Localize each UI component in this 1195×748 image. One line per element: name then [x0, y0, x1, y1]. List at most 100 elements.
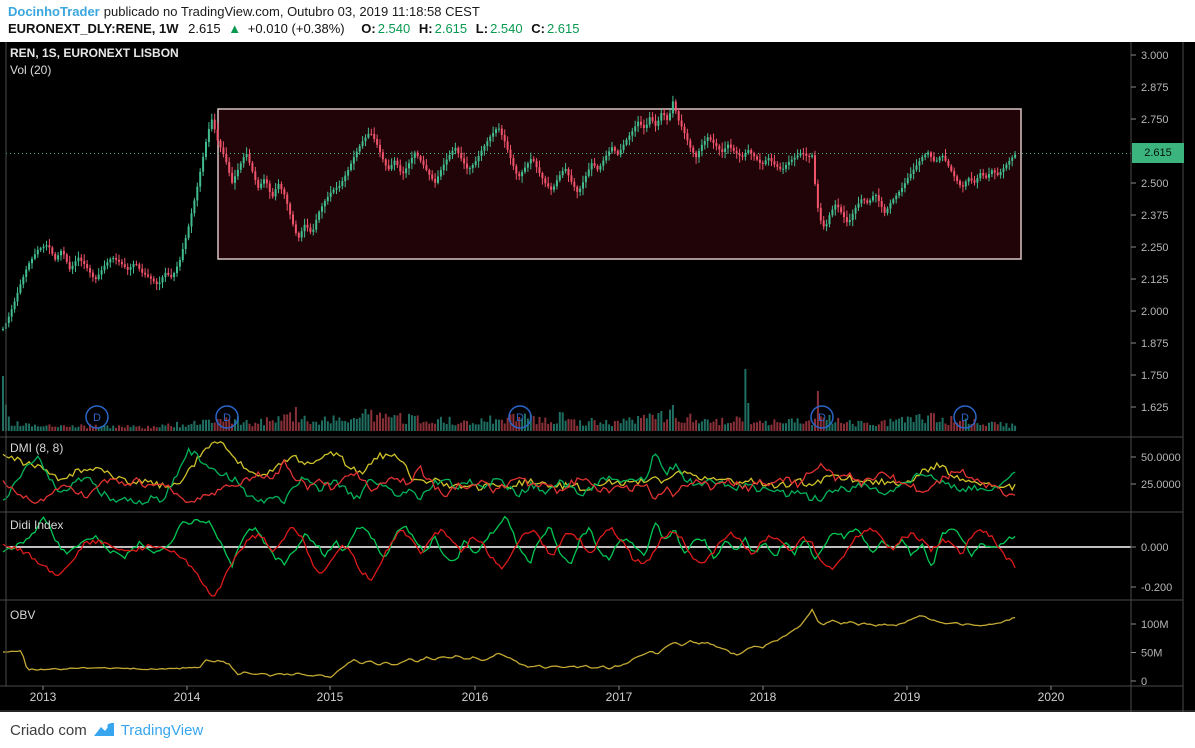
price-axis-label: 2.375 [1141, 210, 1169, 222]
candle-body [132, 264, 135, 268]
year-label[interactable]: 2017 [606, 690, 633, 704]
year-label[interactable]: 2016 [462, 690, 489, 704]
candle-body [573, 181, 576, 187]
candle-body [483, 145, 486, 151]
volume-bar [721, 417, 724, 431]
author-link[interactable]: DocinhoTrader [8, 4, 100, 19]
volume-bar [425, 421, 428, 431]
candle-body [602, 160, 605, 166]
candle-body [234, 176, 236, 183]
candle-body [524, 167, 526, 172]
candle-body [48, 245, 51, 248]
candle-body [793, 157, 796, 160]
volume-bar [642, 414, 645, 431]
candle-body [776, 164, 779, 167]
candle-body [689, 140, 692, 148]
volume-bar [848, 420, 851, 431]
range-rectangle-drawing[interactable] [217, 108, 1022, 260]
candle-body [196, 186, 199, 201]
chart-canvas[interactable]: D D D D D 3.000 2.875 2.750 2.500 2.375 2.250 2.125… [0, 42, 1195, 712]
year-label[interactable]: 2013 [30, 690, 57, 704]
open-label: O: [361, 21, 376, 36]
tradingview-link[interactable]: TradingView [121, 722, 204, 739]
year-label[interactable]: 2015 [317, 690, 344, 704]
created-with-text: Criado com [10, 721, 87, 739]
candle-body [703, 141, 706, 145]
volume-bar [909, 417, 912, 431]
year-label[interactable]: 2019 [894, 690, 921, 704]
volume-bar [149, 428, 152, 431]
indicator-axis-label: 50M [1141, 648, 1162, 660]
candle-body [579, 188, 582, 192]
volume-bar [263, 425, 265, 431]
volume-bar [410, 415, 413, 431]
volume-bar [390, 417, 393, 431]
candle-body [796, 155, 799, 158]
volume-bar [834, 422, 837, 431]
volume-bar [982, 424, 985, 431]
volume-bar [767, 425, 770, 431]
volume-bar [628, 417, 631, 431]
volume-bar [924, 423, 927, 431]
volume-bar [352, 418, 355, 431]
volume-bar [654, 419, 657, 431]
candle-body [999, 171, 1002, 176]
candle-body [350, 163, 352, 170]
candle-body [268, 183, 271, 192]
volume-bar [60, 425, 62, 431]
volume-bar [872, 425, 874, 431]
volume-bar [283, 414, 286, 431]
candle-body [115, 258, 118, 260]
candle-body [976, 178, 979, 183]
candle-body [921, 157, 924, 162]
candle-body [932, 156, 935, 161]
volume-bar [927, 415, 930, 431]
candle-body [695, 152, 698, 158]
price-axis-label: 2.000 [1141, 306, 1169, 318]
volume-bar [483, 421, 486, 431]
volume-bar [492, 423, 495, 431]
candle-body [901, 188, 903, 192]
volume-bar [866, 422, 869, 431]
candle-body [147, 274, 149, 277]
volume-bar [686, 417, 689, 431]
year-label[interactable]: 2020 [1038, 690, 1065, 704]
year-label[interactable]: 2018 [750, 690, 777, 704]
candle-body [671, 101, 674, 114]
candle-body [199, 171, 202, 187]
candle-body [785, 165, 787, 169]
volume-bar [570, 419, 573, 431]
candle-body [184, 237, 187, 250]
volume-bar [118, 425, 120, 431]
volume-bar [747, 403, 750, 431]
volume-bar [86, 428, 89, 431]
candle-body [576, 186, 579, 192]
candle-body [254, 171, 257, 181]
candle-body [109, 259, 112, 263]
candle-body [344, 175, 347, 182]
year-label[interactable]: 2014 [174, 690, 201, 704]
candle-body [767, 158, 770, 161]
volume-bar [640, 417, 642, 431]
candle-body [251, 162, 254, 172]
candle-body [956, 176, 959, 181]
volume-bar [567, 418, 570, 431]
chart-area[interactable]: D D D D D 3.000 2.875 2.750 2.500 2.375 2.250 2.125… [0, 42, 1195, 712]
volume-bar [28, 423, 31, 431]
volume-bar [590, 417, 593, 431]
low-value: 2.540 [490, 21, 523, 36]
candle-body [988, 174, 990, 178]
candle-body [877, 195, 880, 202]
volume-bar [906, 416, 909, 431]
candle-body [463, 158, 466, 164]
symbol-name[interactable]: EURONEXT_DLY:RENE, 1W [8, 21, 178, 36]
volume-bar [657, 413, 660, 431]
candle-body [408, 163, 410, 169]
candle-body [54, 253, 57, 260]
candle-body [309, 227, 312, 232]
volume-bar [141, 428, 144, 431]
price-axis-label: 1.875 [1141, 338, 1169, 350]
volume-bar [805, 421, 808, 431]
volume-bar [996, 424, 999, 431]
candle-body [94, 277, 97, 280]
